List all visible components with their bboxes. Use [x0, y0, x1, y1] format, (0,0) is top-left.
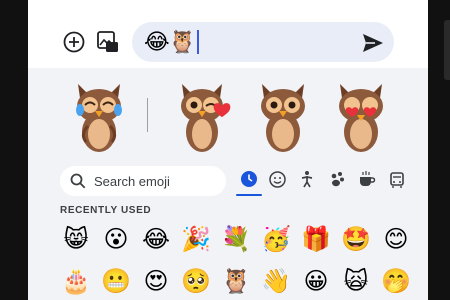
message-text: 😂🦉: [144, 29, 196, 54]
recently-used-grid: 😸 😮 😂 🎉 💐 🥳 🎁 🤩 😊 🎂 😬 😍 🥺 🦉 👋 😀 🙀 🤭: [56, 222, 428, 298]
emoji-key[interactable]: 🤭: [376, 264, 416, 298]
emoji-key[interactable]: 🎁: [296, 222, 336, 256]
search-emoji-input[interactable]: Search emoji: [60, 166, 226, 196]
emoji-key[interactable]: 🥳: [256, 222, 296, 256]
emoji-key[interactable]: 😊: [376, 222, 416, 256]
phone-frame-left: [0, 0, 28, 300]
search-icon: [70, 173, 86, 189]
emoji-key[interactable]: 👋: [256, 264, 296, 298]
emoji-key[interactable]: 🤩: [336, 222, 376, 256]
media-icon[interactable]: [92, 26, 124, 58]
emoji-key[interactable]: 😀: [296, 264, 336, 298]
emoji-key[interactable]: 😍: [136, 264, 176, 298]
message-input[interactable]: 😂🦉: [132, 22, 394, 62]
emoji-key[interactable]: 🥺: [176, 264, 216, 298]
emoji-key[interactable]: 😮: [96, 222, 136, 256]
owl-neutral-sticker[interactable]: [252, 76, 314, 154]
phone-frame-right: [428, 0, 450, 300]
emoji-key[interactable]: 😂: [136, 222, 176, 256]
compose-bar: 😂🦉: [28, 0, 428, 68]
animal-icon[interactable]: [324, 166, 350, 192]
category-selected-indicator: [236, 194, 262, 196]
recently-used-title: RECENTLY USED: [60, 205, 152, 216]
smiley-icon[interactable]: [264, 166, 290, 192]
emoji-key[interactable]: 🎂: [56, 264, 96, 298]
emoji-key[interactable]: 💐: [216, 222, 256, 256]
keyboard-screen: 😂🦉 Search emoji RECENTLY USED 😸 😮 😂 🎉 💐 …: [28, 0, 428, 300]
owl-winking-heart-sticker[interactable]: [174, 76, 236, 154]
emoji-key[interactable]: 😸: [56, 222, 96, 256]
sticker-divider: [147, 98, 148, 132]
add-icon[interactable]: [58, 26, 90, 58]
sticker-suggestions: [28, 68, 428, 160]
owl-laughing-sticker[interactable]: [68, 76, 130, 154]
emoji-key-owl[interactable]: 🦉: [216, 264, 256, 298]
emoji-key[interactable]: 😬: [96, 264, 136, 298]
travel-icon[interactable]: [384, 166, 410, 192]
food-icon[interactable]: [354, 166, 380, 192]
emoji-key[interactable]: 🎉: [176, 222, 216, 256]
owl-heart-eyes-sticker[interactable]: [330, 76, 392, 154]
recent-icon[interactable]: [236, 166, 262, 192]
search-placeholder: Search emoji: [94, 173, 170, 189]
person-icon[interactable]: [294, 166, 320, 192]
send-icon[interactable]: [358, 28, 388, 58]
emoji-key[interactable]: 🙀: [336, 264, 376, 298]
text-caret: [197, 30, 200, 54]
